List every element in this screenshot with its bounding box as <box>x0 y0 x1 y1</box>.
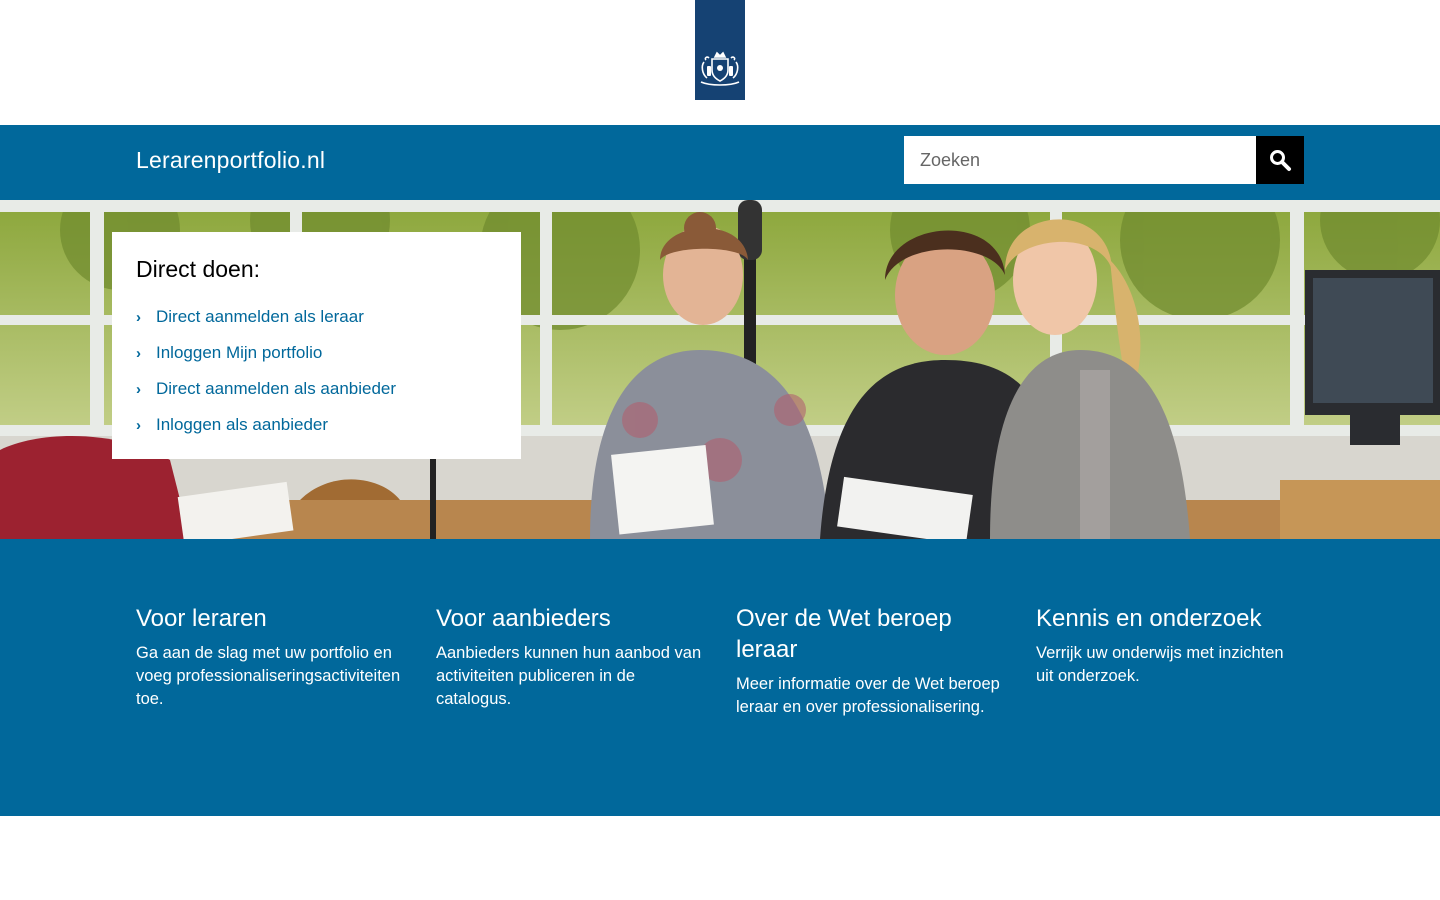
search-input[interactable] <box>904 136 1256 184</box>
info-text-aanbieders: Aanbieders kunnen hun aanbod van activit… <box>436 644 702 708</box>
info-title-leraren[interactable]: Voor leraren <box>136 603 404 634</box>
info-block-kennis[interactable]: Kennis en onderzoek Verrijk uw onderwijs… <box>1036 603 1304 688</box>
link-aanmelden-leraar[interactable]: Direct aanmelden als leraar <box>156 307 364 327</box>
coat-of-arms-icon <box>700 51 740 86</box>
direct-link-item[interactable]: › Direct aanmelden als leraar <box>136 299 497 335</box>
link-inloggen-portfolio[interactable]: Inloggen Mijn portfolio <box>156 343 322 363</box>
direct-link-item[interactable]: › Direct aanmelden als aanbieder <box>136 371 497 407</box>
site-header: Lerarenportfolio.nl <box>0 125 1440 200</box>
direct-link-item[interactable]: › Inloggen als aanbieder <box>136 407 497 443</box>
chevron-right-icon: › <box>136 344 141 362</box>
link-inloggen-aanbieder[interactable]: Inloggen als aanbieder <box>156 415 328 435</box>
chevron-right-icon: › <box>136 308 141 326</box>
info-title-kennis[interactable]: Kennis en onderzoek <box>1036 603 1304 634</box>
rijksoverheid-logo[interactable] <box>695 0 745 100</box>
search-button[interactable] <box>1256 136 1304 184</box>
search-icon <box>1270 150 1291 171</box>
direct-link-item[interactable]: › Inloggen Mijn portfolio <box>136 335 497 371</box>
page-footer-space <box>0 816 1440 900</box>
direct-doen-title: Direct doen: <box>136 256 261 282</box>
info-text-kennis: Verrijk uw onderwijs met inzichten uit o… <box>1036 644 1284 685</box>
chevron-right-icon: › <box>136 416 141 434</box>
info-title-wet-beroep[interactable]: Over de Wet beroep leraar <box>736 603 1004 665</box>
direct-doen-card: Direct doen: › Direct aanmelden als lera… <box>112 232 521 459</box>
chevron-right-icon: › <box>136 380 141 398</box>
info-section: Voor leraren Ga aan de slag met uw portf… <box>0 539 1440 816</box>
info-block-aanbieders[interactable]: Voor aanbieders Aanbieders kunnen hun aa… <box>436 603 704 711</box>
info-title-aanbieders[interactable]: Voor aanbieders <box>436 603 704 634</box>
info-text-leraren: Ga aan de slag met uw portfolio en voeg … <box>136 644 401 708</box>
info-block-leraren[interactable]: Voor leraren Ga aan de slag met uw portf… <box>136 603 404 711</box>
info-text-wet-beroep: Meer informatie over de Wet beroep leraa… <box>736 675 1000 716</box>
site-title[interactable]: Lerarenportfolio.nl <box>136 147 325 174</box>
direct-doen-list: › Direct aanmelden als leraar › Inloggen… <box>136 299 497 443</box>
logo-bar <box>0 0 1440 125</box>
hero-image: Direct doen: › Direct aanmelden als lera… <box>0 200 1440 539</box>
info-block-wet-beroep[interactable]: Over de Wet beroep leraar Meer informati… <box>736 603 1004 719</box>
link-aanmelden-aanbieder[interactable]: Direct aanmelden als aanbieder <box>156 379 396 399</box>
